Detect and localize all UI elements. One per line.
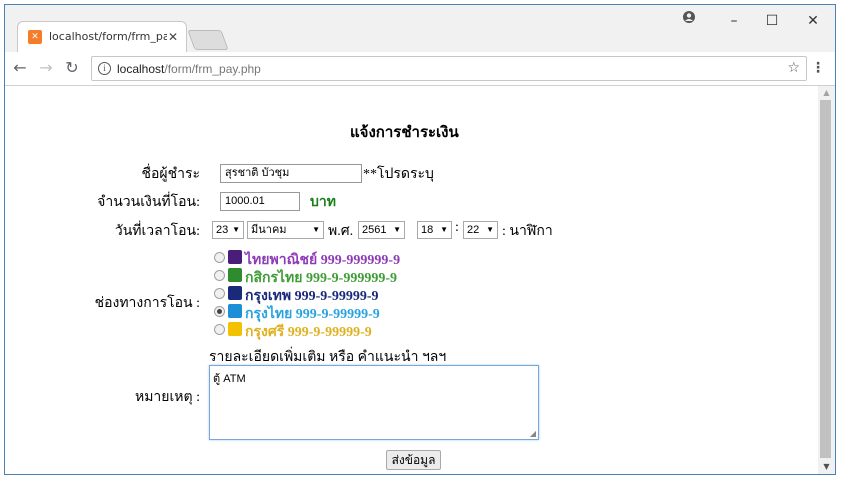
year-select[interactable]: 2561 ▼ [358,221,405,239]
amount-unit: บาท [310,195,336,210]
browser-tab[interactable]: ✕ localhost/form/frm_pay.p ✕ [17,21,187,52]
minute-select[interactable]: 22 ▼ [463,221,498,239]
back-icon[interactable]: ← [10,59,30,77]
vertical-scrollbar[interactable]: ▲ ▼ [818,86,835,474]
remark-text: ตู้ ATM [213,373,246,385]
resize-handle-icon[interactable]: ◢ [530,429,536,438]
bookmark-star-icon[interactable]: ☆ [787,60,800,76]
bank-label: กรุงศรี 999-9-99999-9 [245,325,372,340]
scrollbar-thumb[interactable] [820,100,831,458]
minimize-icon[interactable]: – [723,12,745,30]
bay-icon [228,322,242,336]
ktb-icon [228,304,242,318]
page-content: แจ้งการชำระเงิน ชื่อผู้ชำระ สุรชาติ บัวช… [5,86,817,474]
new-tab-button[interactable] [187,30,229,50]
chevron-down-icon: ▼ [393,225,401,234]
day-value: 23 [216,224,229,236]
close-window-icon[interactable]: ✕ [802,12,824,30]
hour-select[interactable]: 18 ▼ [417,221,452,239]
chevron-down-icon: ▼ [486,225,494,234]
menu-icon[interactable]: ⋮ [811,60,825,76]
tab-close-icon[interactable]: ✕ [168,29,178,45]
remark-textarea[interactable]: ตู้ ATM ◢ [209,365,539,440]
address-bar[interactable]: i localhost/form/frm_pay.php ☆ [91,56,807,81]
bank-radio[interactable] [214,252,225,263]
bbl-icon [228,286,242,300]
title-bar: ✕ localhost/form/frm_pay.p ✕ – ☐ ✕ [5,5,835,52]
bank-radio[interactable] [214,324,225,335]
chevron-down-icon: ▼ [312,225,320,234]
url-path: /form/frm_pay.php [164,62,261,76]
year-value: 2561 [362,224,387,236]
xampp-favicon-icon: ✕ [28,30,42,44]
browser-toolbar: ← → ↻ i localhost/form/frm_pay.php ☆ ⋮ [5,52,835,86]
submit-button[interactable]: ส่งข้อมูล [386,450,441,470]
bank-radio[interactable] [214,288,225,299]
bank-radio[interactable] [214,270,225,281]
payer-label: ชื่อผู้ชำระ [141,167,200,182]
url-text: localhost/form/frm_pay.php [117,61,261,77]
payer-name-input[interactable]: สุรชาติ บัวชุม [220,164,362,183]
forward-icon[interactable]: → [36,59,56,77]
reload-icon[interactable]: ↻ [62,59,82,77]
amount-label: จำนวนเงินที่โอน: [97,195,200,210]
scroll-up-icon[interactable]: ▲ [818,86,835,100]
minute-value: 22 [467,224,480,236]
tab-title: localhost/form/frm_pay.p [49,30,167,43]
bank-radio[interactable] [214,306,225,317]
channel-label: ช่องทางการโอน : [94,296,200,311]
kbank-icon [228,268,242,282]
remark-label: หมายเหตุ : [134,390,200,405]
time-suffix: : นาฬิกา [502,224,553,239]
hour-value: 18 [421,224,434,236]
chevron-down-icon: ▼ [232,225,240,234]
month-select[interactable]: มีนาคม ▼ [247,221,324,239]
time-separator: : [455,220,459,235]
amount-input[interactable]: 1000.01 [220,192,300,211]
datetime-label: วันที่เวลาโอน: [114,224,200,239]
chevron-down-icon: ▼ [440,225,448,234]
scroll-down-icon[interactable]: ▼ [818,460,835,474]
url-host: localhost [117,62,165,76]
era-label: พ.ศ. [328,224,354,239]
page-title: แจ้งการชำระเงิน [350,125,459,141]
day-select[interactable]: 23 ▼ [212,221,244,239]
info-icon[interactable]: i [98,62,111,75]
required-note: **โปรดระบุ [363,167,434,182]
maximize-icon[interactable]: ☐ [761,12,783,30]
month-value: มีนาคม [251,224,287,236]
browser-window: ✕ localhost/form/frm_pay.p ✕ – ☐ ✕ ← → ↻… [4,4,836,475]
account-icon[interactable] [678,10,700,29]
scb-icon [228,250,242,264]
